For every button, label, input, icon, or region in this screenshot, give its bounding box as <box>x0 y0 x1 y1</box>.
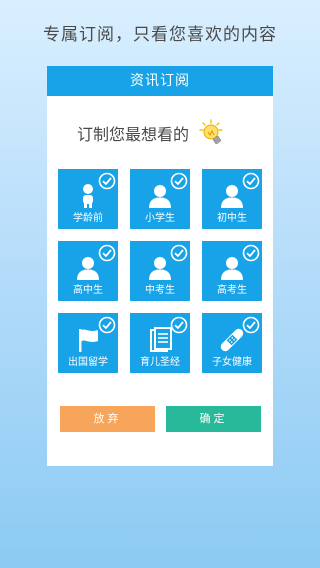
category-tile-primary[interactable]: 小学生 <box>130 169 190 229</box>
category-tile-preschool[interactable]: 学龄前 <box>58 169 118 229</box>
baby-icon <box>83 184 93 208</box>
category-tile-study-abroad[interactable]: 出国留学 <box>58 313 118 373</box>
user-icon <box>77 257 99 280</box>
tile-label: 学龄前 <box>73 213 103 224</box>
abandon-button[interactable]: 放弃 <box>60 406 155 432</box>
prompt-row: 订制您最想看的 <box>77 119 229 147</box>
tile-label: 小学生 <box>145 213 175 224</box>
category-tile-senior-high[interactable]: 高中生 <box>58 241 118 301</box>
user-icon <box>149 257 171 280</box>
tile-label: 初中生 <box>217 213 247 224</box>
card-title: 资讯订阅 <box>47 66 273 96</box>
flag-icon <box>79 329 98 352</box>
user-icon <box>221 185 243 208</box>
category-tile-gaokao[interactable]: 高考生 <box>202 241 262 301</box>
book-icon <box>150 327 172 352</box>
confirm-button[interactable]: 确定 <box>166 406 261 432</box>
tile-label: 育儿圣经 <box>140 357 180 368</box>
prompt-text: 订制您最想看的 <box>77 125 190 144</box>
category-tile-zhongkao[interactable]: 中考生 <box>130 241 190 301</box>
tile-label: 高考生 <box>217 285 247 296</box>
category-tile-junior-high[interactable]: 初中生 <box>202 169 262 229</box>
tile-label: 中考生 <box>145 285 175 296</box>
category-tile-parenting[interactable]: 育儿圣经 <box>130 313 190 373</box>
user-icon <box>149 185 171 208</box>
bandage-icon <box>220 328 244 352</box>
lightbulb-icon <box>199 119 223 145</box>
tile-label: 高中生 <box>73 285 103 296</box>
tile-label: 出国留学 <box>68 357 108 368</box>
page-headline: 专属订阅，只看您喜欢的内容 <box>43 25 277 45</box>
user-icon <box>221 257 243 280</box>
subscription-card: 资讯订阅 订制您最想看的 学龄前 小学生 初中生 高中生 中考生 高考生 出国留… <box>47 66 273 466</box>
category-tile-child-health[interactable]: 子女健康 <box>202 313 262 373</box>
tile-label: 子女健康 <box>212 357 252 368</box>
category-grid: 学龄前 小学生 初中生 高中生 中考生 高考生 出国留学 育儿圣经 子女健康 <box>58 169 264 375</box>
